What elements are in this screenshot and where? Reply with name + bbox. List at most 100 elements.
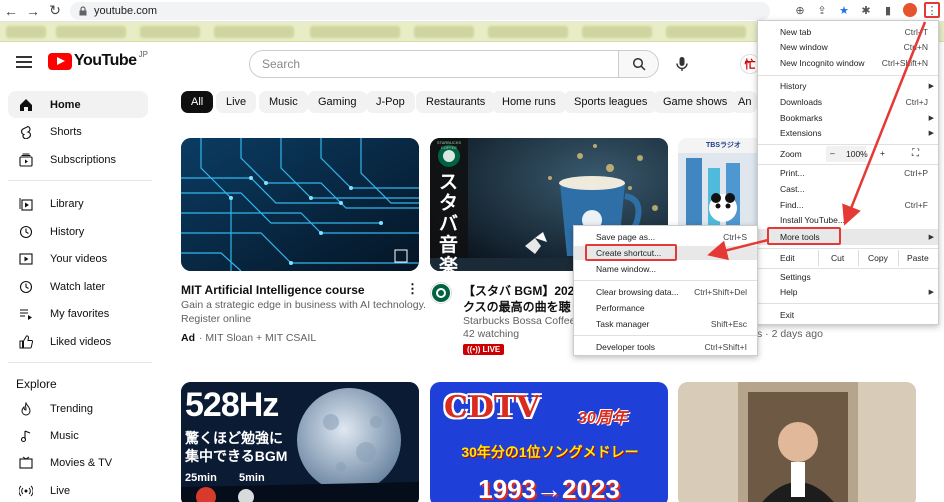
chip-sports-leagues[interactable]: Sports leagues	[564, 91, 658, 113]
forward-icon[interactable]: →	[22, 0, 44, 22]
sidebar-item-music[interactable]: Music	[8, 422, 148, 449]
menu-item-new-window[interactable]: New window Ctrl+N	[758, 40, 938, 54]
search-button[interactable]	[619, 50, 659, 78]
menu-item-exit[interactable]: Exit	[758, 308, 938, 322]
sidebar-item-home[interactable]: Home	[8, 91, 148, 118]
bookmark-item[interactable]	[414, 26, 474, 38]
zoom-out-button[interactable]: –	[830, 148, 835, 158]
star-icon[interactable]: ★	[836, 2, 852, 18]
menu-item-name-window[interactable]: Name window...	[574, 262, 757, 276]
back-icon[interactable]: ←	[0, 0, 22, 22]
extensions-icon[interactable]: ✱	[858, 2, 874, 18]
menu-item-label: Extensions	[780, 128, 822, 138]
menu-item-new-tab[interactable]: New tab Ctrl+T	[758, 25, 938, 39]
address-bar[interactable]: youtube.com	[70, 2, 770, 20]
profile-avatar[interactable]	[902, 2, 918, 18]
chrome-menu-button[interactable]: ⋮	[924, 2, 940, 18]
chrome-main-menu: New tab Ctrl+T New window Ctrl+N New Incog…	[757, 20, 939, 325]
chip-music[interactable]: Music	[259, 91, 308, 113]
youtube-logo[interactable]: YouTube JP	[48, 50, 148, 70]
chip-game-shows[interactable]: Game shows	[653, 91, 738, 113]
bookmark-item[interactable]	[310, 26, 400, 38]
browser-actions: ⊕ ⇪ ★ ✱ ▮ ⋮	[792, 2, 940, 18]
menu-item-print[interactable]: Print... Ctrl+P	[758, 166, 938, 180]
paste-button[interactable]: Paste	[907, 253, 929, 263]
video-description: Gain a strategic edge in business with A…	[181, 299, 426, 311]
install-icon[interactable]: ⊕	[792, 2, 808, 18]
menu-item-save-page[interactable]: Save page as... Ctrl+S	[574, 230, 757, 244]
menu-item-settings[interactable]: Settings	[758, 270, 938, 284]
menu-item-new-incognito[interactable]: New Incognito window Ctrl+Shift+N	[758, 56, 938, 70]
menu-item-clear-browsing-data[interactable]: Clear browsing data... Ctrl+Shift+Del	[574, 285, 757, 299]
sidebar-item-library[interactable]: Library	[8, 190, 148, 217]
chip-live[interactable]: Live	[216, 91, 257, 113]
video-title[interactable]: MIT Artificial Intelligence course	[181, 283, 401, 297]
menu-item-help[interactable]: Help ▶	[758, 285, 938, 299]
share-icon[interactable]: ⇪	[814, 2, 830, 18]
sidebar-item-watch-later[interactable]: Watch later	[8, 273, 148, 300]
thumbnail-caption: 25min	[185, 472, 217, 484]
search-input[interactable]: Search	[249, 50, 619, 78]
sidebar-item-trending[interactable]: Trending	[8, 395, 148, 422]
menu-item-install-youtube[interactable]: Install YouTube...	[758, 213, 938, 227]
menu-item-find[interactable]: Find... Ctrl+F	[758, 198, 938, 212]
video-title[interactable]: 【スタバ BGM】2023	[463, 282, 575, 299]
starbucks-logo-icon	[432, 284, 450, 302]
brand-text: YouTube	[74, 52, 137, 69]
channel-avatar[interactable]	[430, 282, 452, 304]
reload-icon[interactable]: ↻	[44, 0, 66, 22]
sidebar-item-shorts[interactable]: Shorts	[8, 118, 148, 145]
menu-item-task-manager[interactable]: Task manager Shift+Esc	[574, 317, 757, 331]
chip-gaming[interactable]: Gaming	[308, 91, 367, 113]
video-thumbnail[interactable]: 528Hz 驚くほど勉強に 集中できるBGM 25min 5min	[181, 382, 419, 502]
live-icon	[18, 483, 34, 499]
bookmark-item[interactable]	[582, 26, 652, 38]
zoom-in-button[interactable]: +	[880, 148, 885, 158]
sidebar-item-my-favorites[interactable]: My favorites	[8, 300, 148, 327]
video-title-line2[interactable]: クスの最高の曲を聴く	[463, 298, 575, 315]
sidebar-item-label: Home	[50, 98, 81, 111]
menu-item-developer-tools[interactable]: Developer tools Ctrl+Shift+I	[574, 340, 757, 354]
more-options-icon[interactable]: ⋮	[406, 281, 419, 297]
video-thumbnail[interactable]	[678, 382, 916, 502]
bookmark-item[interactable]	[6, 26, 46, 38]
menu-item-history[interactable]: History ▶	[758, 79, 938, 93]
channel-name[interactable]: · MIT Sloan + MIT CSAIL	[199, 332, 316, 344]
sidebar-item-liked-videos[interactable]: Liked videos	[8, 328, 148, 355]
menu-item-bookmarks[interactable]: Bookmarks ▶	[758, 111, 938, 125]
menu-item-cast[interactable]: Cast...	[758, 182, 938, 196]
explore-heading: Explore	[16, 377, 57, 391]
bookmark-item[interactable]	[488, 26, 568, 38]
sidebar-item-subscriptions[interactable]: Subscriptions	[8, 146, 148, 173]
sidebar-item-history[interactable]: History	[8, 218, 148, 245]
chip-jpop[interactable]: J-Pop	[366, 91, 415, 113]
copy-button[interactable]: Copy	[868, 253, 888, 263]
menu-item-label: Settings	[780, 272, 811, 282]
channel-name[interactable]: Starbucks Bossa Coffee	[463, 315, 575, 327]
bookmark-item[interactable]	[140, 26, 200, 38]
menu-icon[interactable]	[16, 56, 32, 68]
chip-restaurants[interactable]: Restaurants	[416, 91, 496, 113]
chip-home-runs[interactable]: Home runs	[492, 91, 566, 113]
live-badge: ((•)) LIVE	[463, 344, 505, 355]
video-channel-row: Ad · MIT Sloan + MIT CSAIL	[181, 332, 316, 344]
fullscreen-icon[interactable]: ⛶	[912, 148, 919, 159]
sidebar-item-your-videos[interactable]: Your videos	[8, 245, 148, 272]
bookmark-item[interactable]	[214, 26, 294, 38]
menu-item-downloads[interactable]: Downloads Ctrl+J	[758, 95, 938, 109]
side-panel-icon[interactable]: ▮	[880, 2, 896, 18]
microphone-icon[interactable]	[674, 56, 690, 72]
bookmark-item[interactable]	[666, 26, 746, 38]
video-thumbnail[interactable]: CDTV 30周年 30年分の1位ソングメドレー 1993→2023	[430, 382, 668, 502]
sidebar-item-label: Library	[50, 197, 84, 210]
chip-anime[interactable]: An	[732, 91, 758, 113]
chip-all[interactable]: All	[181, 91, 214, 113]
menu-item-extensions[interactable]: Extensions ▶	[758, 126, 938, 140]
sidebar-item-live[interactable]: Live	[8, 477, 148, 502]
thumbnail-caption: 5min	[239, 472, 265, 484]
sidebar-item-movies-tv[interactable]: Movies & TV	[8, 449, 148, 476]
bookmark-item[interactable]	[56, 26, 126, 38]
menu-item-performance[interactable]: Performance	[574, 301, 757, 315]
cut-button[interactable]: Cut	[831, 253, 844, 263]
video-thumbnail[interactable]	[181, 138, 419, 271]
